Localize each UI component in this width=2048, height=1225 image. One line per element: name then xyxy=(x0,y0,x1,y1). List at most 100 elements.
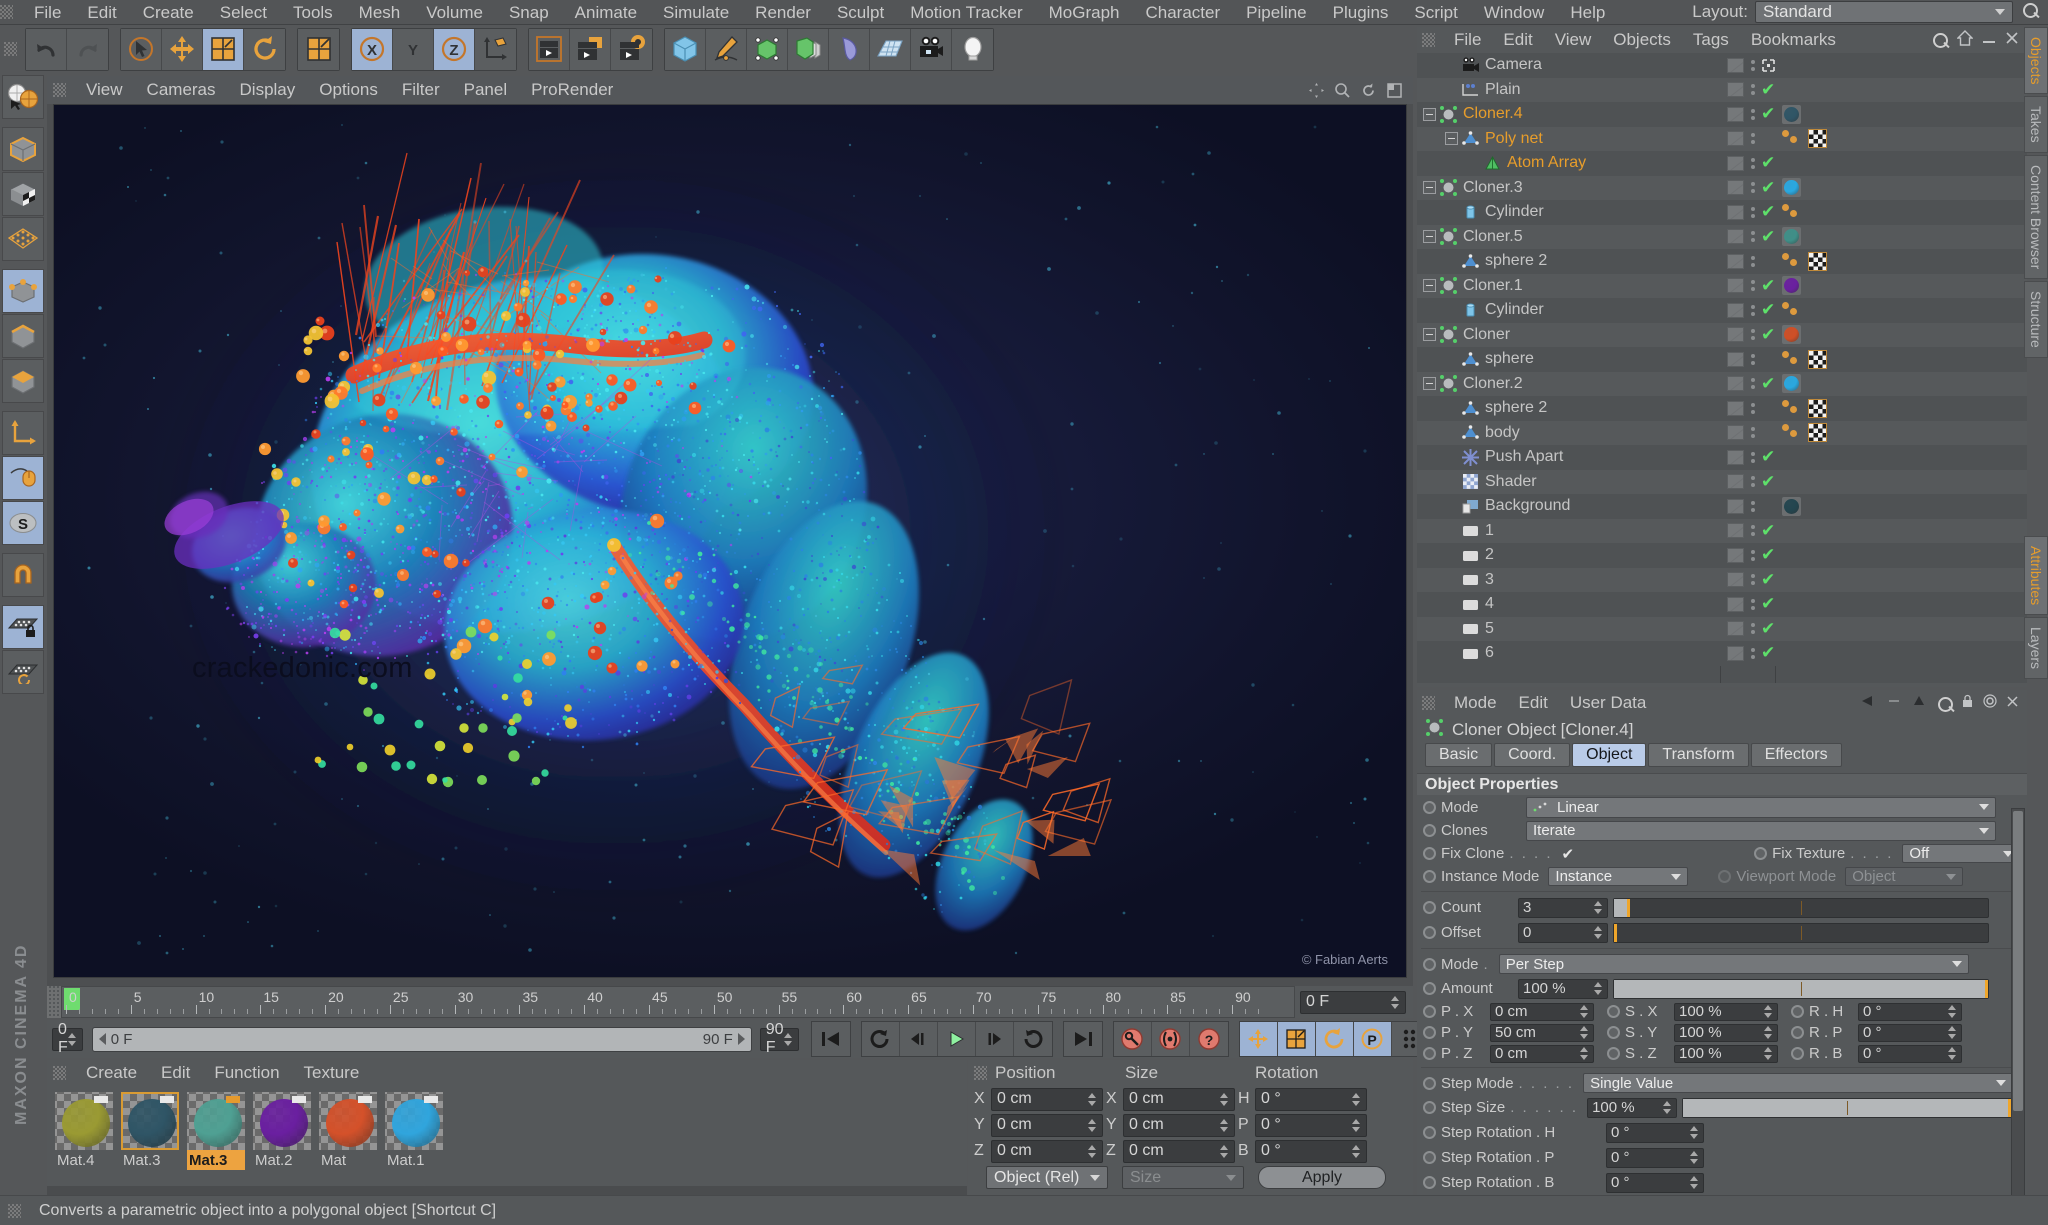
editor-visibility-icon[interactable] xyxy=(1727,621,1744,636)
position-field[interactable]: 0 cm xyxy=(1490,1045,1594,1063)
step-rot-h-anim-dot[interactable] xyxy=(1423,1126,1436,1139)
material-name[interactable]: Mat xyxy=(319,1150,377,1170)
object-row[interactable]: Cloner.5 ✔ xyxy=(1417,225,2027,250)
enabled-check-icon[interactable]: ✔ xyxy=(1761,107,1777,121)
visibility-dots-icon[interactable] xyxy=(1750,182,1755,193)
step-mode-anim-dot[interactable] xyxy=(1423,1077,1436,1090)
menu-character[interactable]: Character xyxy=(1133,0,1234,25)
object-name[interactable]: Background xyxy=(1485,497,1570,515)
spinner-icon[interactable] xyxy=(1220,1118,1229,1133)
visibility-dots-icon[interactable] xyxy=(1750,476,1755,487)
key-param-icon[interactable]: P xyxy=(1354,1022,1392,1056)
object-menu-view[interactable]: View xyxy=(1544,27,1603,53)
spinner-icon[interactable] xyxy=(1690,1150,1699,1165)
material-name[interactable]: Mat.1 xyxy=(385,1150,443,1170)
scale-anim-dot[interactable] xyxy=(1607,1026,1620,1039)
object-manager-gripper[interactable] xyxy=(1422,33,1435,47)
material-tag[interactable] xyxy=(1782,325,1801,344)
enabled-check-icon[interactable]: ✔ xyxy=(1761,303,1777,317)
visibility-dots-icon[interactable] xyxy=(1750,133,1755,144)
polygon-mode-icon[interactable] xyxy=(2,359,44,403)
position-anim-dot[interactable] xyxy=(1423,1005,1436,1018)
mode-dropdown[interactable]: Linear xyxy=(1526,797,1996,818)
search-icon[interactable] xyxy=(2020,1,2042,23)
object-row[interactable]: Cylinder ✔ xyxy=(1417,200,2027,225)
attribute-tab-coord[interactable]: Coord. xyxy=(1494,743,1570,767)
viewport-3d-render[interactable]: crackedonic.com © Fabian Aerts xyxy=(53,104,1407,978)
back-arrow-icon[interactable] xyxy=(1858,693,1876,713)
material-name[interactable]: Mat.2 xyxy=(253,1150,311,1170)
go-to-start-icon[interactable] xyxy=(812,1022,850,1056)
attribute-tab-effectors[interactable]: Effectors xyxy=(1751,743,1842,767)
toolbar-gripper[interactable] xyxy=(4,42,17,56)
material-menu-function[interactable]: Function xyxy=(202,1060,291,1086)
spinner-icon[interactable] xyxy=(1088,1092,1097,1107)
render-view-icon[interactable] xyxy=(529,29,570,70)
object-name[interactable]: body xyxy=(1485,424,1520,442)
material-tag[interactable] xyxy=(1782,276,1801,295)
editor-visibility-icon[interactable] xyxy=(1727,376,1744,391)
scale-field[interactable]: 100 % xyxy=(1674,1045,1778,1063)
key-rotation-icon[interactable] xyxy=(1316,1022,1354,1056)
selection-tag[interactable] xyxy=(1782,399,1803,418)
object-name[interactable]: Plain xyxy=(1485,81,1521,99)
texture-tag[interactable] xyxy=(1808,252,1827,271)
menu-mesh[interactable]: Mesh xyxy=(346,0,414,25)
object-name[interactable]: Cloner.4 xyxy=(1463,105,1523,123)
enabled-check-icon[interactable]: ✔ xyxy=(1761,279,1777,293)
object-name[interactable]: Atom Array xyxy=(1507,154,1586,172)
object-row[interactable]: Camera xyxy=(1417,53,2027,78)
editor-visibility-icon[interactable] xyxy=(1727,82,1744,97)
material-tag[interactable] xyxy=(1782,178,1801,197)
object-menu-bookmarks[interactable]: Bookmarks xyxy=(1740,27,1847,53)
object-name[interactable]: 1 xyxy=(1485,522,1494,540)
camera-target-icon[interactable] xyxy=(1761,58,1776,73)
spinner-icon[interactable] xyxy=(1391,995,1400,1010)
visibility-dots-icon[interactable] xyxy=(1750,378,1755,389)
instance-mode-dropdown[interactable]: Instance xyxy=(1548,867,1688,886)
spinner-icon[interactable] xyxy=(1594,900,1603,915)
viewport-menu-panel[interactable]: Panel xyxy=(452,76,519,104)
render-settings-icon[interactable] xyxy=(611,29,652,70)
enabled-check-icon[interactable]: ✔ xyxy=(1761,328,1777,342)
workplane-icon[interactable] xyxy=(2,650,44,694)
step-size-anim-dot[interactable] xyxy=(1423,1101,1436,1114)
undo-icon[interactable] xyxy=(26,29,67,70)
editor-visibility-icon[interactable] xyxy=(1727,254,1744,269)
menu-plugins[interactable]: Plugins xyxy=(1320,0,1402,25)
object-row[interactable]: Cloner.2 ✔ xyxy=(1417,372,2027,397)
fix-texture-dropdown[interactable]: Off xyxy=(1902,844,2020,863)
enabled-check-icon[interactable]: ✔ xyxy=(1761,181,1777,195)
editor-visibility-icon[interactable] xyxy=(1727,229,1744,244)
timeline-gripper[interactable] xyxy=(47,986,61,1018)
material-name[interactable]: Mat.3 xyxy=(187,1150,245,1170)
object-name[interactable]: Cloner.1 xyxy=(1463,277,1523,295)
frame-field[interactable]: 0 F xyxy=(52,1028,83,1051)
spinner-icon[interactable] xyxy=(1220,1092,1229,1107)
position-y-field[interactable]: 0 cm xyxy=(991,1114,1103,1137)
size-mode-dropdown[interactable]: Size xyxy=(1122,1166,1244,1189)
visibility-dots-icon[interactable] xyxy=(1750,599,1755,610)
status-gripper[interactable] xyxy=(8,1204,21,1218)
attribute-tab-basic[interactable]: Basic xyxy=(1425,743,1492,767)
material-item[interactable]: Mat xyxy=(319,1092,377,1170)
spinner-icon[interactable] xyxy=(1352,1118,1361,1133)
object-row[interactable]: body xyxy=(1417,421,2027,446)
forward-arrow-icon[interactable] xyxy=(1885,693,1903,713)
object-name[interactable]: Poly net xyxy=(1485,130,1543,148)
texture-mode-icon[interactable] xyxy=(2,172,44,216)
rotation-field[interactable]: 0 ° xyxy=(1858,1045,1962,1063)
close-icon[interactable] xyxy=(2005,30,2019,50)
rotation-b-field[interactable]: 0 ° xyxy=(1255,1140,1367,1163)
range-left-arrow-icon[interactable] xyxy=(99,1033,106,1045)
step-mode-dropdown[interactable]: Single Value xyxy=(1583,1073,2013,1093)
snap-s-icon[interactable]: S xyxy=(2,501,44,545)
per-step-mode-dropdown[interactable]: Per Step xyxy=(1499,954,1969,974)
size-z-field[interactable]: 0 cm xyxy=(1123,1140,1235,1163)
collapse-expand-icon[interactable] xyxy=(1423,108,1436,121)
collapse-expand-icon[interactable] xyxy=(1423,377,1436,390)
range-right-arrow-icon[interactable] xyxy=(738,1033,745,1045)
editor-visibility-icon[interactable] xyxy=(1727,646,1744,661)
material-thumbnail[interactable] xyxy=(385,1092,443,1150)
scale-field[interactable]: 100 % xyxy=(1674,1024,1778,1042)
